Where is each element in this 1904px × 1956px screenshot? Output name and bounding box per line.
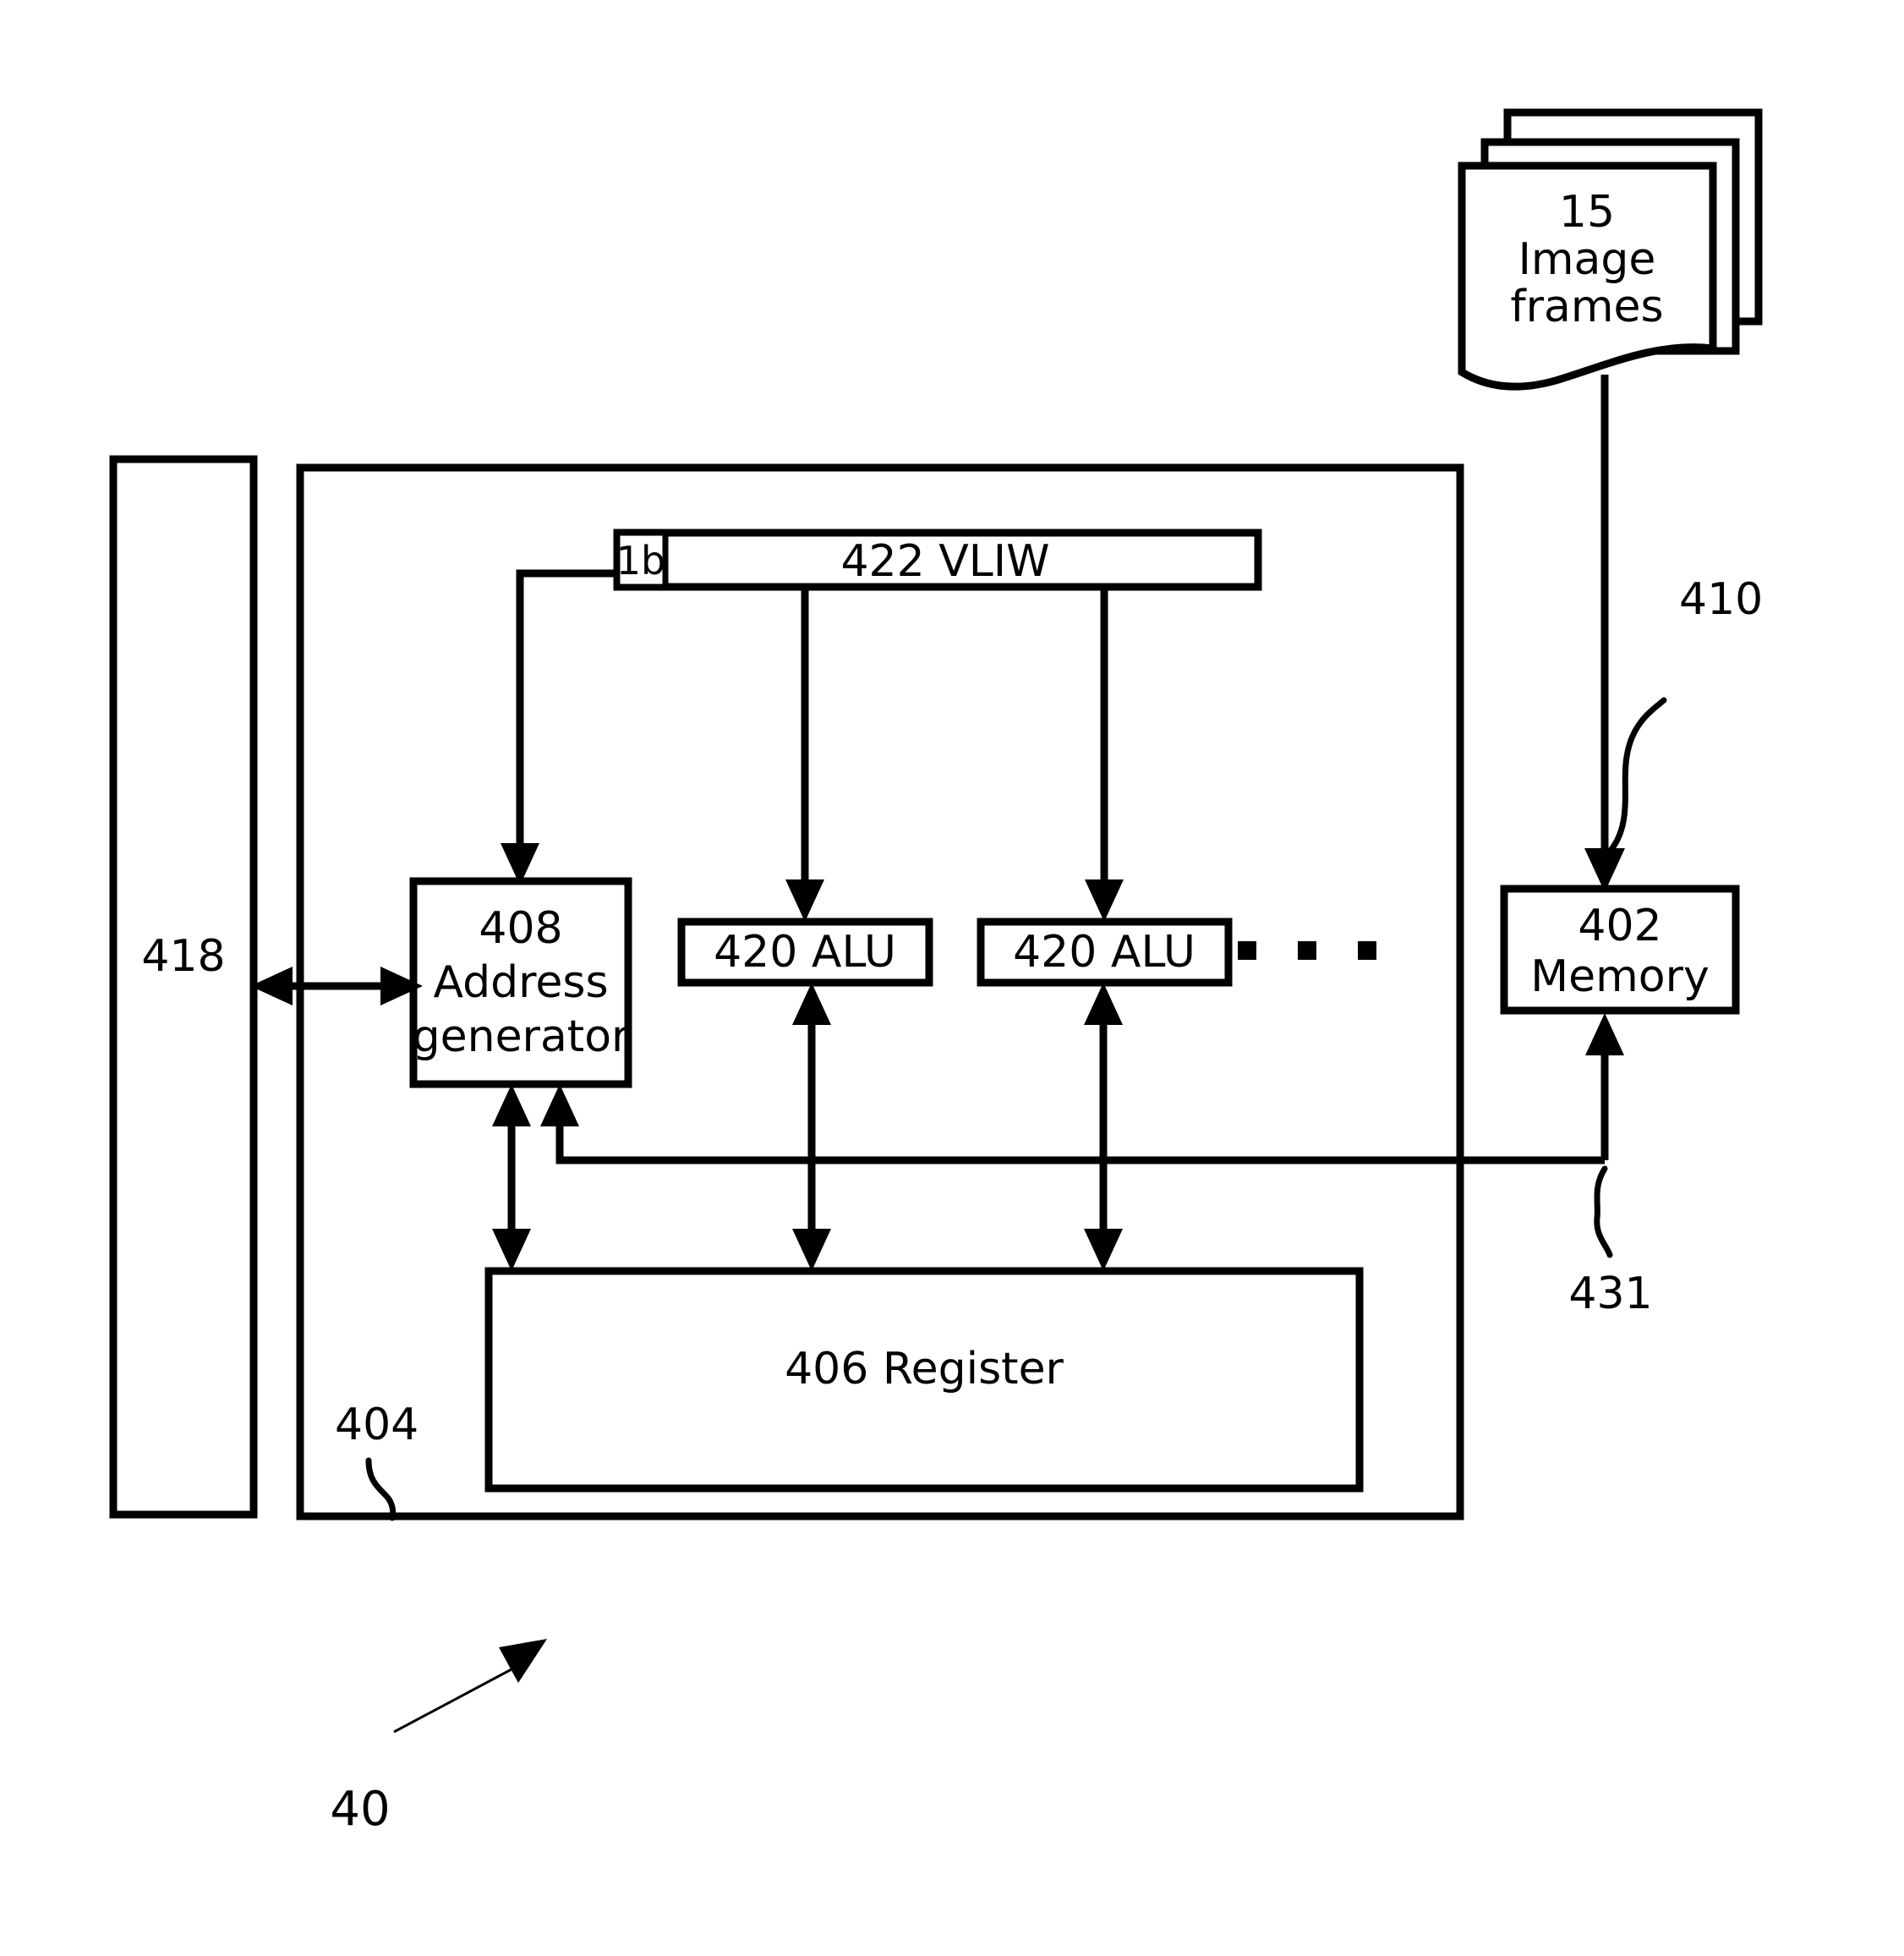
ref-431-leader-line (1594, 1165, 1613, 1258)
vliw-422-bar: 1b 422 VLIW (613, 529, 1262, 591)
ellipsis-dot-3 (1358, 941, 1376, 960)
image-frames-label-line3: frames (1510, 282, 1663, 332)
memory-402-line1: 402 (1578, 901, 1661, 951)
figure-callout-40-line (393, 1668, 512, 1734)
alu-420-right-label: 420 ALU (1013, 927, 1195, 978)
image-frames-label-line1: 15 (1559, 187, 1615, 238)
vliw-1b-field-label: 1b (616, 538, 665, 584)
vliw-422-label: 422 VLIW (840, 536, 1049, 587)
external-unit-418: 418 (109, 455, 258, 1519)
figure-callout-40-arrowhead (499, 1639, 547, 1683)
memory-402: 402 Memory (1500, 885, 1740, 1015)
block-diagram-canvas: 15 Image frames 410 418 404 1b 422 VLIW … (109, 108, 1763, 1837)
register-406-label: 406 Register (785, 1344, 1064, 1394)
ref-410-label: 410 (1679, 574, 1763, 625)
ref-404-label: 404 (335, 1400, 419, 1450)
address-generator-408-line1: 408 (479, 903, 562, 954)
external-unit-418-box (109, 455, 258, 1519)
ref-410-leader-line (1606, 697, 1667, 856)
bus-to-memory-arrowhead (1585, 1013, 1624, 1055)
address-generator-408-line2: Address (433, 957, 608, 1008)
alu-420-left-label: 420 ALU (714, 927, 896, 978)
image-frames-label-line2: Image (1518, 234, 1656, 285)
ref-431-label: 431 (1568, 1268, 1652, 1319)
image-frames-stack: 15 Image frames (1458, 108, 1763, 391)
memory-402-line2: Memory (1530, 951, 1709, 1002)
image-to-memory-arrow: 410 (1584, 375, 1763, 892)
address-generator-408-line3: generator (413, 1011, 630, 1062)
ellipsis-dot-1 (1238, 941, 1256, 960)
alu-420-right: 420 ALU (977, 918, 1233, 987)
address-generator-408: 408 Address generator (409, 877, 632, 1088)
patent-figure: 15 Image frames 410 418 404 1b 422 VLIW … (0, 0, 1904, 1956)
external-unit-418-label: 418 (141, 931, 225, 982)
alu-420-left: 420 ALU (677, 918, 933, 987)
ellipsis-dot-2 (1298, 941, 1316, 960)
register-406: 406 Register (484, 1267, 1364, 1493)
figure-callout-40: 40 (330, 1639, 547, 1837)
figure-callout-40-label: 40 (330, 1782, 390, 1837)
